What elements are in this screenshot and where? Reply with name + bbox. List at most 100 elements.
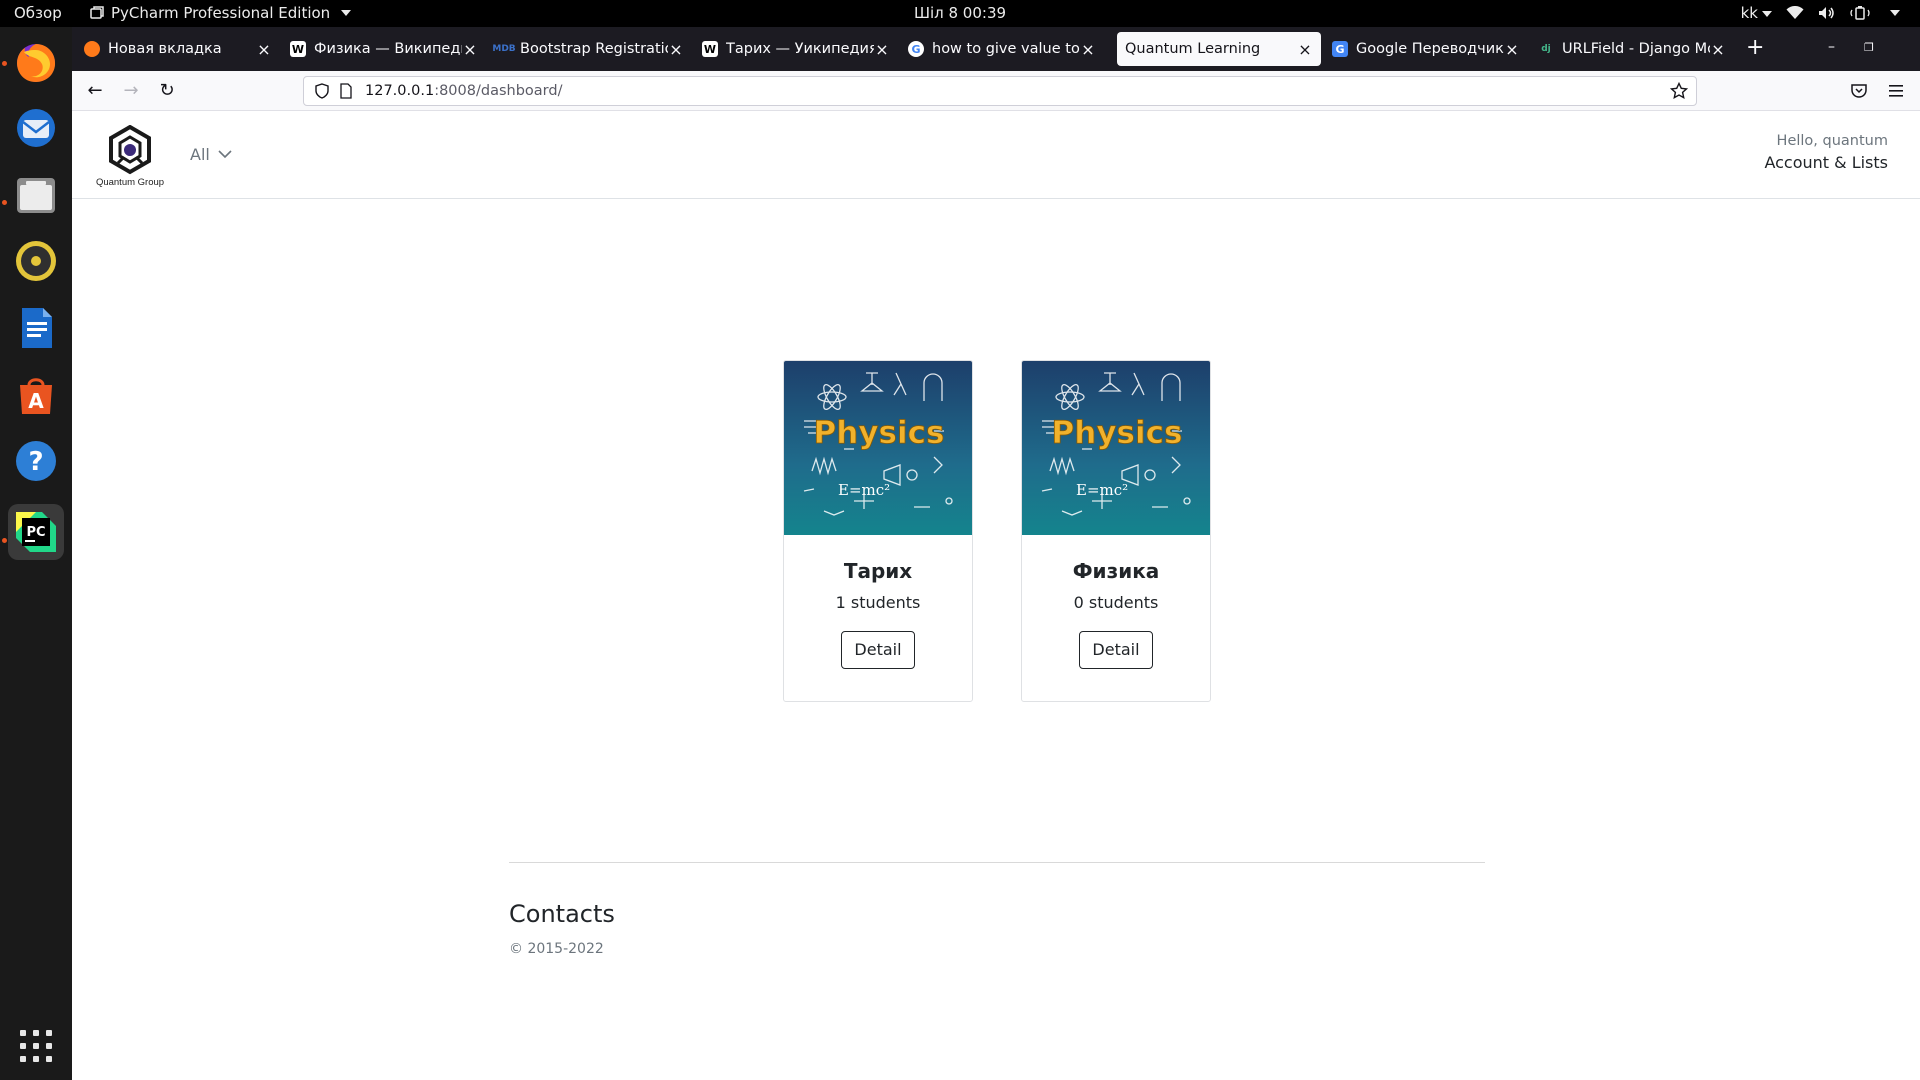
course-image: Physics E=mc²: [1022, 361, 1210, 535]
close-icon[interactable]: ×: [1710, 40, 1726, 59]
course-title: Тарих: [843, 559, 913, 583]
svg-text:E=mc²: E=mc²: [838, 481, 890, 499]
tab-google-search[interactable]: G how to give value to Im ×: [900, 32, 1104, 66]
input-language-indicator[interactable]: kk: [1741, 4, 1772, 22]
chevron-down-icon: [218, 150, 232, 159]
firefox-icon: [84, 41, 100, 57]
battery-icon[interactable]: [1850, 6, 1872, 20]
detail-button[interactable]: Detail: [1079, 631, 1153, 669]
close-icon[interactable]: ×: [874, 40, 890, 59]
chevron-down-icon: [341, 10, 352, 16]
close-icon[interactable]: ×: [1080, 40, 1096, 59]
mdb-icon: MDB: [492, 44, 516, 54]
activities-button[interactable]: Обзор: [14, 4, 62, 22]
thunderbird-icon[interactable]: [8, 100, 64, 156]
account-menu[interactable]: Hello, quantum Account & Lists: [1764, 133, 1888, 172]
libreoffice-writer-icon[interactable]: [8, 300, 64, 356]
course-image-text: Physics: [1052, 415, 1183, 451]
running-indicator: [2, 200, 7, 205]
hamburger-menu-icon[interactable]: [1888, 84, 1904, 98]
input-language-label: kk: [1740, 4, 1758, 22]
new-tab-button[interactable]: +: [1746, 37, 1764, 59]
course-card: Physics E=mc² Физика 0 students Detail: [1021, 360, 1211, 702]
account-lists-link[interactable]: Account & Lists: [1764, 153, 1888, 172]
url-host: 127.0.0.1: [365, 83, 435, 99]
site-logo[interactable]: Quantum Group: [94, 124, 166, 189]
wikipedia-icon: W: [290, 41, 306, 57]
show-applications-icon[interactable]: [20, 1030, 52, 1062]
dock: A ? PC: [0, 27, 72, 1080]
close-icon[interactable]: ×: [668, 40, 684, 59]
rhythmbox-icon[interactable]: [8, 233, 64, 289]
close-icon[interactable]: ×: [1297, 40, 1313, 59]
logo-text: Quantum Group: [95, 177, 165, 188]
reload-button[interactable]: ↻: [155, 79, 179, 103]
close-icon[interactable]: ×: [462, 40, 478, 59]
django-icon: dj: [1541, 44, 1551, 54]
clock[interactable]: Шіл 8 00:39: [914, 4, 1006, 22]
tab-title: Физика — Википедия: [314, 41, 462, 57]
help-icon[interactable]: ?: [8, 433, 64, 489]
software-center-icon[interactable]: A: [8, 367, 64, 423]
forward-button[interactable]: →: [119, 79, 143, 103]
browser-tab-strip: Новая вкладка × W Физика — Википедия × M…: [72, 27, 1920, 71]
page-icon[interactable]: [339, 83, 353, 99]
running-indicator: [2, 538, 7, 543]
volume-icon[interactable]: [1818, 6, 1836, 20]
chevron-down-icon: [1762, 10, 1772, 17]
close-icon[interactable]: ×: [256, 40, 272, 59]
svg-text:E=mc²: E=mc²: [1076, 481, 1128, 499]
category-dropdown[interactable]: All: [190, 145, 232, 164]
app-menu-icon: [90, 6, 104, 19]
course-card: Physics E=mc² Тарих 1 students Detail: [783, 360, 973, 702]
close-icon[interactable]: ×: [1504, 40, 1520, 59]
tab-django-urlfield[interactable]: dj URLField - Django Mod ×: [1530, 32, 1734, 66]
category-dropdown-label: All: [190, 145, 210, 164]
url-path: :8008/dashboard/: [434, 83, 563, 99]
detail-button[interactable]: Detail: [841, 631, 915, 669]
tab-bootstrap-registration[interactable]: MDB Bootstrap Registration ×: [488, 32, 692, 66]
google-translate-icon: G: [1332, 41, 1348, 57]
tab-history-wikipedia[interactable]: W Тарих — Уикипедия ×: [694, 32, 898, 66]
firefox-icon[interactable]: [8, 34, 64, 90]
student-count: 0 students: [1073, 593, 1159, 612]
course-image: Physics E=mc²: [784, 361, 972, 535]
url-bar[interactable]: 127.0.0.1:8008/dashboard/: [303, 76, 1697, 106]
tab-title: Тарих — Уикипедия: [726, 41, 874, 57]
footer-copyright: © 2015-2022: [509, 941, 604, 957]
tab-title: how to give value to Im: [932, 41, 1080, 57]
wifi-icon[interactable]: [1786, 6, 1804, 20]
shield-icon[interactable]: [314, 83, 330, 99]
pycharm-icon[interactable]: PC: [8, 504, 64, 560]
footer-divider: [509, 862, 1485, 863]
web-page: Quantum Group All Hello, quantum Account…: [72, 111, 1920, 1080]
svg-text:PC: PC: [26, 525, 45, 540]
footer-contacts-heading: Contacts: [509, 900, 615, 928]
pocket-icon[interactable]: [1850, 82, 1868, 100]
tab-quantum-learning[interactable]: Quantum Learning ×: [1117, 32, 1321, 66]
app-menu[interactable]: PyCharm Professional Edition: [90, 4, 352, 22]
back-button[interactable]: ←: [83, 79, 107, 103]
tab-title: Новая вкладка: [108, 41, 222, 57]
svg-text:A: A: [28, 389, 44, 413]
running-indicator: [2, 61, 7, 66]
greeting-text: Hello, quantum: [1776, 133, 1888, 149]
tab-title: Google Переводчик: [1356, 41, 1504, 57]
restore-button[interactable]: ❐: [1864, 41, 1874, 54]
course-image-text: Physics: [814, 415, 945, 451]
tab-title: Bootstrap Registration: [520, 41, 668, 57]
tab-title: URLField - Django Mod: [1562, 41, 1710, 57]
tab-new-tab[interactable]: Новая вкладка ×: [76, 32, 280, 66]
quantum-logo-icon: [109, 124, 151, 175]
bookmark-star-icon[interactable]: [1670, 82, 1688, 100]
tab-google-translate[interactable]: G Google Переводчик ×: [1324, 32, 1528, 66]
files-icon[interactable]: [8, 167, 64, 223]
course-title: Физика: [1072, 559, 1160, 583]
svg-text:?: ?: [28, 447, 43, 477]
google-icon: G: [908, 41, 924, 57]
tab-title: Quantum Learning: [1125, 41, 1261, 57]
tab-physics-wikipedia[interactable]: W Физика — Википедия ×: [282, 32, 486, 66]
minimize-button[interactable]: –: [1828, 39, 1835, 55]
system-menu-chevron-icon[interactable]: [1890, 10, 1900, 16]
student-count: 1 students: [835, 593, 921, 612]
